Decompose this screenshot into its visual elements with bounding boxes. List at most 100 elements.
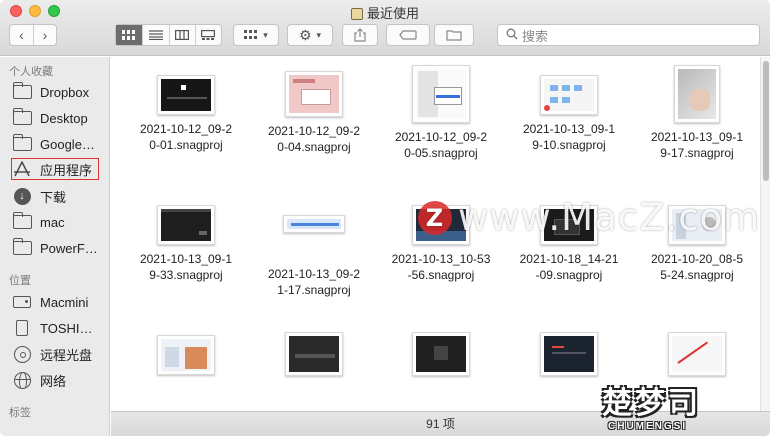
- forward-button[interactable]: ›: [32, 25, 56, 45]
- tag-icon: [399, 30, 417, 40]
- file-name: 2021-10-13_09-1 9-33.snagproj: [139, 252, 233, 282]
- vertical-scrollbar[interactable]: [760, 57, 770, 411]
- file-name: 2021-10-18_14-21 -09.snagproj: [519, 252, 619, 282]
- search-placeholder: 搜索: [522, 28, 549, 44]
- scrollbar-thumb[interactable]: [763, 61, 769, 181]
- group-icon: [244, 30, 258, 39]
- item-count: 91 项: [426, 417, 455, 431]
- new-folder-icon: [446, 30, 462, 41]
- sidebar-item-label: Google…: [40, 136, 95, 152]
- sidebar-item-mac[interactable]: mac: [12, 211, 106, 233]
- view-mode-group: [115, 24, 222, 46]
- file-name: 2021-10-12_09-2 0-05.snagproj: [394, 130, 488, 160]
- usb-drive-icon: [16, 320, 28, 336]
- brand-watermark-text: 楚梦司: [602, 387, 701, 420]
- file-thumbnail: [668, 332, 726, 376]
- file-thumbnail: [412, 65, 470, 123]
- file-thumbnail: [412, 332, 470, 376]
- file-thumbnail: [285, 71, 343, 117]
- file-item[interactable]: [633, 332, 760, 376]
- sidebar-item-network[interactable]: 网络: [12, 369, 106, 391]
- gear-icon: ⚙: [298, 26, 312, 43]
- favorites-header: 个人收藏: [9, 66, 53, 78]
- file-item[interactable]: 2021-10-12_09-2 0-05.snagproj: [377, 65, 505, 161]
- nav-buttons: ‹ ›: [9, 24, 57, 46]
- sidebar-item-label: Dropbox: [40, 84, 90, 100]
- applications-icon: [14, 161, 30, 177]
- sidebar-item-label: Desktop: [40, 110, 88, 126]
- locations-header: 位置: [9, 275, 31, 287]
- file-item[interactable]: [250, 332, 378, 376]
- sidebar-item-label: 网络: [40, 373, 67, 389]
- file-name: 2021-10-13_09-1 9-10.snagproj: [522, 122, 616, 152]
- list-view-button[interactable]: [142, 25, 168, 45]
- file-item[interactable]: 2021-10-13_09-1 9-10.snagproj: [505, 75, 633, 153]
- sidebar-item-toshiba[interactable]: TOSHI…: [12, 317, 106, 339]
- gallery-view-icon: [201, 30, 216, 40]
- search-field[interactable]: 搜索: [497, 24, 760, 46]
- sidebar-item-desktop[interactable]: Desktop: [12, 107, 106, 129]
- finder-window: 最近使用 ‹ › ▾ ⚙ ▾ 搜索 个人收藏 Dropbox Desktop G…: [0, 0, 770, 436]
- file-item[interactable]: [122, 335, 250, 375]
- tags-button[interactable]: [386, 24, 430, 46]
- column-view-button[interactable]: [168, 25, 195, 45]
- action-menu-button[interactable]: ⚙ ▾: [287, 24, 333, 46]
- file-name: 2021-10-12_09-2 0-01.snagproj: [139, 122, 233, 152]
- folder-icon: [12, 108, 32, 125]
- folder-icon: [12, 134, 32, 151]
- sidebar-item-remote-disc[interactable]: 远程光盘: [12, 343, 106, 365]
- brand-watermark: 楚梦司 CHUMENGSI: [598, 378, 768, 436]
- window-title-text: 最近使用: [366, 6, 419, 21]
- sidebar-item-applications[interactable]: 应用程序: [11, 158, 99, 180]
- recents-folder-icon: [350, 8, 363, 20]
- gallery-view-button[interactable]: [194, 25, 221, 45]
- sidebar-item-google[interactable]: Google…: [12, 133, 106, 155]
- file-thumbnail: [157, 75, 215, 115]
- file-name: 2021-10-20_08-5 5-24.snagproj: [650, 252, 744, 282]
- sidebar-item-powerf[interactable]: PowerF…: [12, 237, 106, 259]
- file-thumbnail: [283, 215, 345, 233]
- file-thumbnail: [285, 332, 343, 376]
- new-folder-button[interactable]: [434, 24, 474, 46]
- icon-view-button[interactable]: [116, 25, 143, 45]
- file-thumbnail: [674, 65, 720, 123]
- disc-icon: [13, 345, 31, 363]
- sidebar-item-dropbox[interactable]: Dropbox: [12, 81, 106, 103]
- sidebar-item-label: 下载: [40, 189, 67, 205]
- title-bar: 最近使用 ‹ › ▾ ⚙ ▾ 搜索: [0, 0, 770, 56]
- sidebar-item-label: TOSHI…: [40, 320, 93, 336]
- sidebar-item-downloads[interactable]: ↓ 下载: [12, 185, 106, 207]
- sidebar-item-label: PowerF…: [40, 240, 98, 256]
- share-icon: [354, 28, 366, 42]
- folder-icon: [12, 238, 32, 255]
- file-name: 2021-10-13_09-2 1-17.snagproj: [267, 267, 361, 297]
- drive-icon: [13, 296, 31, 308]
- file-thumbnail: [540, 75, 598, 115]
- macz-watermark: Zwww.MacZ.com: [418, 196, 760, 239]
- file-name: 2021-10-13_10-53 -56.snagproj: [391, 252, 491, 282]
- file-item[interactable]: 2021-10-12_09-2 0-04.snagproj: [250, 71, 378, 155]
- sidebar-item-label: mac: [40, 214, 65, 230]
- list-view-icon: [148, 30, 163, 40]
- file-item[interactable]: 2021-10-13_09-1 9-33.snagproj: [122, 205, 250, 283]
- folder-icon: [12, 82, 32, 99]
- sidebar-item-label: 远程光盘: [40, 347, 93, 363]
- share-button[interactable]: [342, 24, 378, 46]
- file-item[interactable]: [377, 332, 505, 376]
- column-view-icon: [175, 30, 190, 40]
- sidebar-item-macmini[interactable]: Macmini: [12, 291, 106, 313]
- file-name: 2021-10-13_09-1 9-17.snagproj: [650, 130, 744, 160]
- sidebar-item-label: Macmini: [40, 294, 89, 310]
- group-by-button[interactable]: ▾: [233, 24, 279, 46]
- back-button[interactable]: ‹: [10, 25, 33, 45]
- sidebar-item-label: 应用程序: [40, 162, 93, 178]
- file-item[interactable]: 2021-10-12_09-2 0-01.snagproj: [122, 75, 250, 153]
- file-item[interactable]: [505, 332, 633, 376]
- chevron-down-icon: ▾: [263, 29, 268, 40]
- icon-view-icon: [122, 30, 136, 40]
- file-item[interactable]: 2021-10-13_09-2 1-17.snagproj: [250, 215, 378, 298]
- file-thumbnail: [157, 205, 215, 245]
- file-item[interactable]: 2021-10-13_09-1 9-17.snagproj: [633, 65, 760, 161]
- file-grid: 2021-10-12_09-2 0-01.snagproj 2021-10-12_…: [111, 57, 760, 411]
- file-name: 2021-10-12_09-2 0-04.snagproj: [267, 124, 361, 154]
